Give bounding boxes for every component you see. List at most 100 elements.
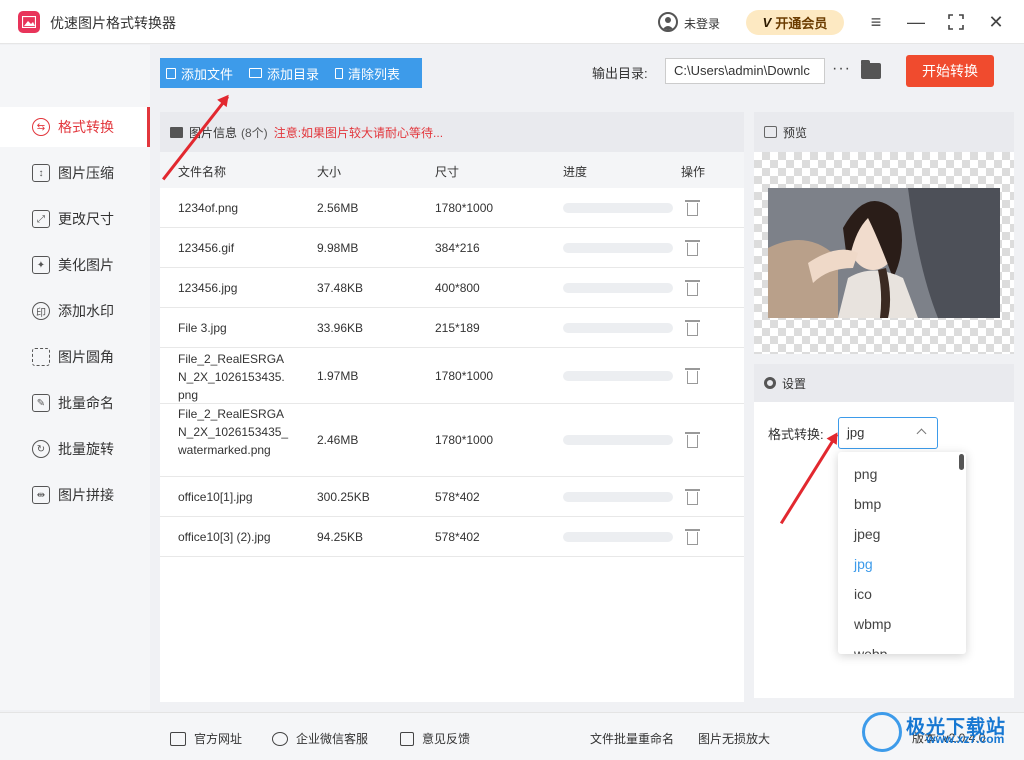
delete-icon[interactable] <box>685 240 700 256</box>
file-size: 1.97MB <box>317 369 359 383</box>
col-progress: 进度 <box>563 165 588 179</box>
sidebar-item-resize[interactable]: ⤢ 更改尺寸 <box>0 199 150 239</box>
table-row[interactable]: File 3.jpg 33.96KB 215*189 <box>160 308 744 348</box>
format-option-bmp[interactable]: bmp <box>854 496 881 512</box>
upscale-link[interactable]: 图片无损放大 <box>698 730 770 747</box>
settings-title: 设置 <box>782 376 807 391</box>
format-select[interactable]: jpg <box>838 417 938 449</box>
sidebar-item-compress[interactable]: ↕ 图片压缩 <box>0 153 150 193</box>
add-folder-button[interactable]: 添加目录 <box>249 64 319 83</box>
wechat-service-link[interactable]: 企业微信客服 <box>272 730 368 747</box>
format-option-jpg[interactable]: jpg <box>854 556 873 572</box>
file-list-panel: 图片信息 (8个) 注意:如果图片较大请耐心等待... 文件名称 大小 尺寸 进… <box>160 112 744 702</box>
sidebar-item-label: 批量命名 <box>58 395 114 411</box>
table-row[interactable]: 123456.jpg 37.48KB 400*800 <box>160 268 744 308</box>
menu-icon[interactable]: ≡ <box>864 10 888 34</box>
format-label: 格式转换: <box>768 427 824 442</box>
vip-button[interactable]: V 开通会员 <box>746 10 844 35</box>
wechat-label: 企业微信客服 <box>296 732 369 746</box>
file-name: 1234of.png <box>178 201 239 215</box>
add-folder-label: 添加目录 <box>267 66 320 82</box>
watermark-url: www.xz7.com <box>926 732 1005 746</box>
progress-bar <box>563 283 673 293</box>
sidebar-item-stitch[interactable]: ⇹ 图片拼接 <box>0 475 150 515</box>
table-row[interactable]: 1234of.png 2.56MB 1780*1000 <box>160 188 744 228</box>
more-icon[interactable]: ··· <box>832 60 851 78</box>
format-option-png[interactable]: png <box>854 466 877 482</box>
add-file-button[interactable]: 添加文件 <box>166 64 233 83</box>
output-dir-label: 输出目录: <box>592 66 648 81</box>
user-avatar-icon[interactable] <box>658 12 678 32</box>
delete-icon[interactable] <box>685 489 700 505</box>
delete-icon[interactable] <box>685 280 700 296</box>
file-note: 注意:如果图片较大请耐心等待... <box>273 125 444 140</box>
file-name: office10[1].jpg <box>178 490 253 504</box>
format-option-jpeg[interactable]: jpeg <box>854 526 880 542</box>
preview-canvas <box>754 152 1014 354</box>
table-row[interactable]: File_2_RealESRGAN_2X_1026153435.png 1.97… <box>160 348 744 404</box>
sidebar-item-label: 格式转换 <box>58 119 114 135</box>
website-label: 官方网址 <box>194 732 243 746</box>
app-logo-icon <box>18 11 40 33</box>
format-option-wbmp[interactable]: wbmp <box>854 616 891 632</box>
sidebar-item-watermark[interactable]: 印添加水印 <box>0 291 150 331</box>
sidebar-item-rotate[interactable]: ↻ 批量旋转 <box>0 429 150 469</box>
sidebar: ⇆ 格式转换 ↕ 图片压缩 ⤢ 更改尺寸 ✦ 美化图片 印添加水印 图片圆角 ✎ 批量命名… <box>0 45 150 710</box>
progress-bar <box>563 435 673 445</box>
progress-bar <box>563 371 673 381</box>
table-row[interactable]: 123456.gif 9.98MB 384*216 <box>160 228 744 268</box>
trash-icon <box>335 67 343 79</box>
progress-bar <box>563 243 673 253</box>
table-row[interactable]: office10[3] (2).jpg 94.25KB 578*402 <box>160 517 744 557</box>
delete-icon[interactable] <box>685 320 700 336</box>
rotate-icon: ↻ <box>32 440 50 458</box>
chevron-up-icon <box>916 428 927 439</box>
file-size: 2.46MB <box>317 433 359 447</box>
sidebar-item-format-convert[interactable]: ⇆ 格式转换 <box>0 107 150 147</box>
format-option-webp[interactable]: webp <box>854 646 887 654</box>
table-row[interactable]: File_2_RealESRGAN_2X_1026153435_watermar… <box>160 404 744 477</box>
file-name: 123456.gif <box>178 241 235 255</box>
open-folder-icon[interactable] <box>861 60 881 79</box>
feedback-link[interactable]: 意见反馈 <box>400 730 470 747</box>
preview-icon <box>764 126 777 138</box>
minimize-icon[interactable]: — <box>904 10 928 34</box>
clear-list-button[interactable]: 清除列表 <box>335 64 400 83</box>
dropdown-scrollbar[interactable] <box>959 454 964 470</box>
format-convert-icon: ⇆ <box>32 118 50 136</box>
close-icon[interactable]: ✕ <box>984 10 1008 34</box>
resize-icon: ⤢ <box>32 210 50 228</box>
delete-icon[interactable] <box>685 368 700 384</box>
output-dir-input[interactable]: C:\Users\admin\Downlc <box>665 58 825 84</box>
file-size: 2.56MB <box>317 201 359 215</box>
website-link[interactable]: 官方网址 <box>170 730 242 747</box>
file-dim: 1780*1000 <box>435 433 494 447</box>
delete-icon[interactable] <box>685 529 700 545</box>
batch-rename-link[interactable]: 文件批量重命名 <box>590 730 674 747</box>
sidebar-item-label: 美化图片 <box>58 257 114 273</box>
delete-icon[interactable] <box>685 432 700 448</box>
format-select-value: jpg <box>847 425 865 440</box>
sidebar-item-label: 批量旋转 <box>58 441 114 457</box>
feedback-icon <box>400 731 414 746</box>
sidebar-item-round-corner[interactable]: 图片圆角 <box>0 337 150 377</box>
file-name: office10[3] (2).jpg <box>178 530 271 544</box>
file-size: 300.25KB <box>317 490 370 504</box>
start-convert-button[interactable]: 开始转换 <box>906 55 994 87</box>
maximize-icon[interactable] <box>944 10 968 34</box>
round-corner-icon <box>32 348 50 366</box>
file-name: 123456.jpg <box>178 281 238 295</box>
vip-label: 开通会员 <box>775 16 828 31</box>
table-row[interactable]: office10[1].jpg 300.25KB 578*402 <box>160 477 744 517</box>
image-icon <box>170 126 183 138</box>
feedback-label: 意见反馈 <box>422 732 471 746</box>
sidebar-item-rename[interactable]: ✎ 批量命名 <box>0 383 150 423</box>
login-status[interactable]: 未登录 <box>684 15 720 32</box>
delete-icon[interactable] <box>685 200 700 216</box>
col-name: 文件名称 <box>178 165 227 179</box>
col-dim: 尺寸 <box>435 165 460 179</box>
sidebar-item-beautify[interactable]: ✦ 美化图片 <box>0 245 150 285</box>
format-option-ico[interactable]: ico <box>854 586 872 602</box>
gear-icon <box>764 377 776 389</box>
wechat-icon <box>272 731 288 746</box>
